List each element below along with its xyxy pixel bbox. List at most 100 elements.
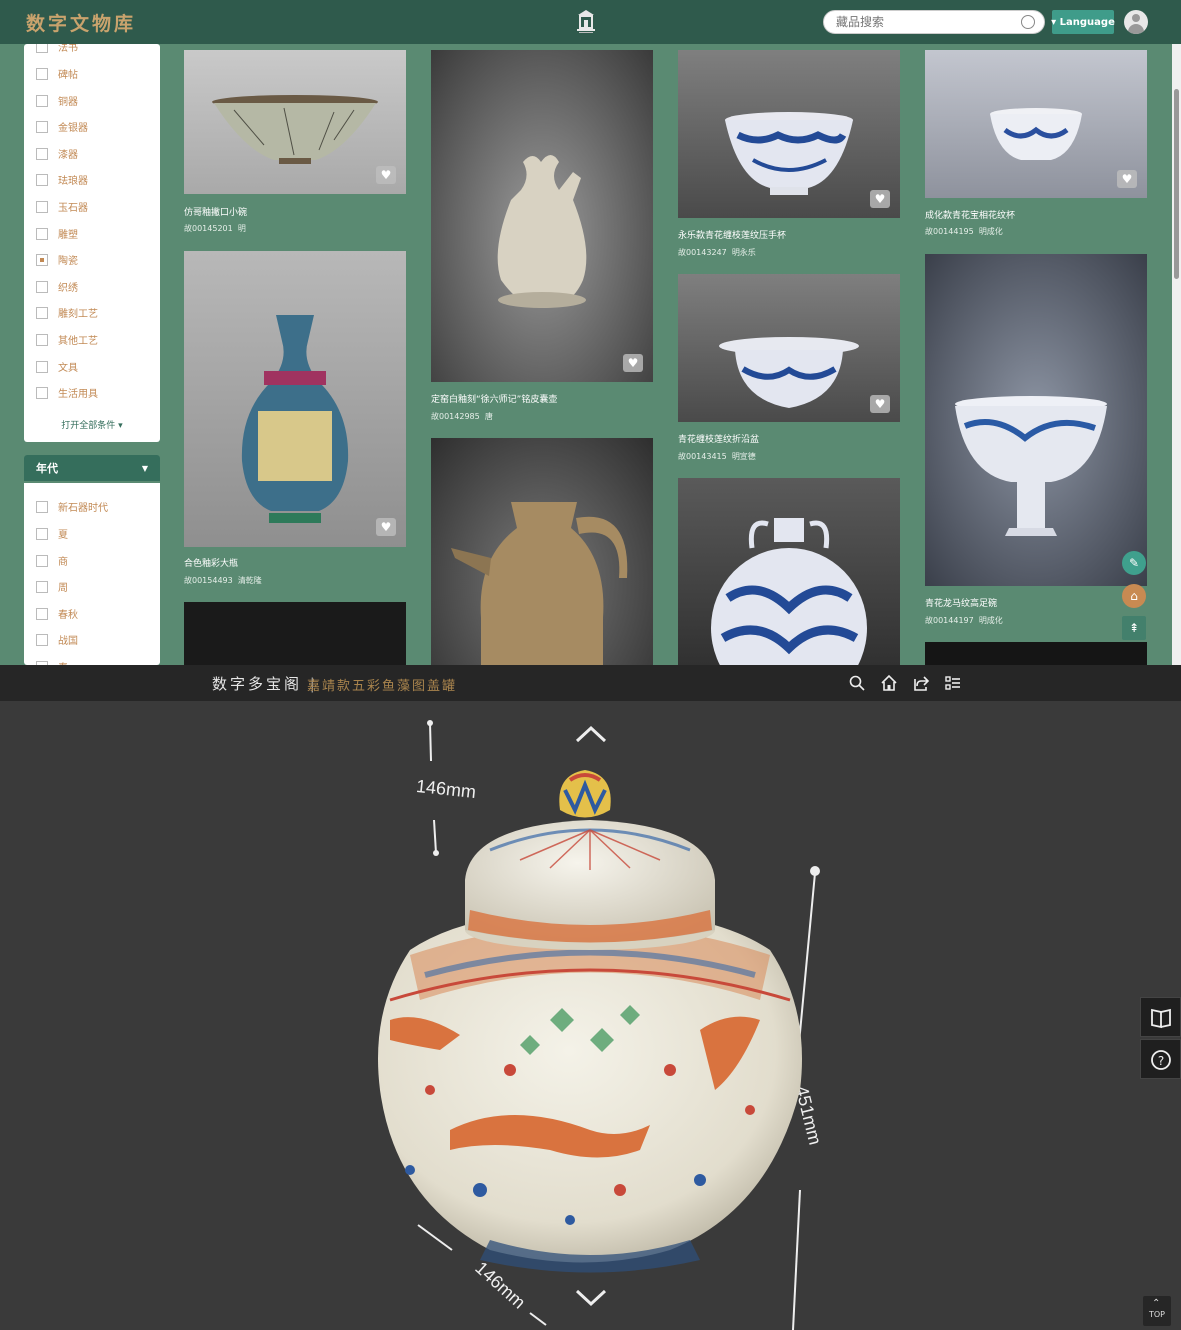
viewer-brand[interactable]: 数字多宝阁 | <box>212 673 318 694</box>
era-filter-title: 年代 <box>36 462 58 475</box>
artifact-image[interactable] <box>431 438 653 665</box>
checkbox[interactable] <box>36 200 48 213</box>
filter-label: 周 <box>58 583 68 594</box>
filter-label: 春秋 <box>58 610 78 621</box>
user-avatar[interactable] <box>1124 10 1148 34</box>
checkbox[interactable] <box>36 554 48 567</box>
filter-item[interactable]: 春秋 <box>36 606 78 621</box>
artifact-meta: 故00144197 明成化 <box>925 615 1003 626</box>
filter-item[interactable]: 织绣 <box>36 279 78 294</box>
scrollbar-thumb[interactable] <box>1174 89 1179 279</box>
filter-item[interactable]: 法书 <box>36 44 78 54</box>
back-to-top-icon[interactable]: ⇞ <box>1122 616 1146 640</box>
checkbox[interactable] <box>36 580 48 593</box>
artifact-image[interactable] <box>678 478 900 665</box>
search-icon[interactable] <box>848 674 866 692</box>
filter-item[interactable]: 珐琅器 <box>36 172 88 187</box>
artifact-image[interactable] <box>678 50 900 218</box>
filter-item[interactable]: 周 <box>36 579 68 594</box>
filter-label: 其他工艺 <box>58 336 98 347</box>
checkbox[interactable] <box>36 147 48 160</box>
favorite-heart-icon[interactable]: ♥ <box>623 354 643 372</box>
filter-item[interactable]: 生活用具 <box>36 385 98 400</box>
checkbox[interactable] <box>36 227 48 240</box>
filter-item[interactable]: 碑帖 <box>36 66 78 81</box>
artifact-title[interactable]: 仿哥釉撇口小碗 <box>184 205 247 218</box>
top-button[interactable]: ⌃ TOP <box>1143 1296 1171 1326</box>
filter-label: 碑帖 <box>58 70 78 81</box>
filter-item[interactable]: 陶瓷 <box>36 252 78 267</box>
checkbox[interactable] <box>36 280 48 293</box>
artifact-image[interactable] <box>925 642 1147 665</box>
artifact-title[interactable]: 永乐款青花缠枝莲纹压手杯 <box>678 228 786 241</box>
artifact-image[interactable] <box>431 50 653 382</box>
help-icon[interactable]: ? <box>1140 1039 1181 1079</box>
jar-3d-model[interactable] <box>370 770 810 1280</box>
museum-emblem-icon[interactable] <box>575 9 597 35</box>
filter-item[interactable]: 商 <box>36 553 68 568</box>
filter-item[interactable]: 新石器时代 <box>36 499 108 514</box>
search-icon[interactable] <box>1021 15 1035 29</box>
share-icon[interactable] <box>912 674 930 692</box>
list-icon[interactable] <box>944 674 962 692</box>
artifact-title[interactable]: 青花龙马纹高足碗 <box>925 596 997 609</box>
filter-item[interactable]: 雕塑 <box>36 226 78 241</box>
artifact-meta: 故00142985 唐 <box>431 411 493 422</box>
favorite-heart-icon[interactable]: ♥ <box>1117 170 1137 188</box>
artifact-image[interactable] <box>184 251 406 547</box>
museum-guide-icon[interactable]: ⌂ <box>1122 584 1146 608</box>
artifact-meta: 故00143247 明永乐 <box>678 247 756 258</box>
filter-item[interactable]: 战国 <box>36 632 78 647</box>
filter-item[interactable]: 其他工艺 <box>36 332 98 347</box>
artifact-title[interactable]: 合色釉彩大瓶 <box>184 556 238 569</box>
collection-browser: 数字文物库 ▾ Language 法书 碑帖 铜器 金银器 漆器 珐琅器 玉石器… <box>0 0 1181 665</box>
checkbox[interactable] <box>36 306 48 319</box>
filter-item[interactable]: 文具 <box>36 359 78 374</box>
artifact-title[interactable]: 青花缠枝莲纹折沿盆 <box>678 432 759 445</box>
checkbox[interactable] <box>36 527 48 540</box>
artifact-image[interactable] <box>184 602 406 665</box>
checkbox[interactable] <box>36 44 48 53</box>
edit-note-icon[interactable]: ✎ <box>1122 551 1146 575</box>
favorite-heart-icon[interactable]: ♥ <box>870 190 890 208</box>
checkbox[interactable] <box>36 120 48 133</box>
artifact-image[interactable] <box>184 50 406 194</box>
checkbox[interactable] <box>36 633 48 646</box>
book-icon[interactable] <box>1140 997 1181 1037</box>
checkbox[interactable] <box>36 607 48 620</box>
checkbox[interactable] <box>36 360 48 373</box>
filter-item[interactable]: 玉石器 <box>36 199 88 214</box>
filter-item[interactable]: 漆器 <box>36 146 78 161</box>
artifact-image[interactable] <box>925 254 1147 586</box>
cup-illustration <box>725 112 853 195</box>
page-scrollbar[interactable] <box>1172 44 1181 665</box>
checkbox[interactable] <box>36 67 48 80</box>
language-button[interactable]: ▾ Language <box>1051 10 1115 34</box>
filter-item[interactable]: 夏 <box>36 526 68 541</box>
artifact-image[interactable] <box>678 274 900 422</box>
site-logo[interactable]: 数字文物库 <box>26 9 136 36</box>
open-all-filters-link[interactable]: 打开全部条件 ▾ <box>24 418 160 431</box>
checkbox-checked[interactable] <box>36 253 48 266</box>
3d-viewer: 数字多宝阁 | 嘉靖款五彩鱼藻图盖罐 146mm 451mm 146mm ? ⌃… <box>0 665 1181 1330</box>
language-label: Language <box>1059 16 1115 28</box>
filter-item[interactable]: 铜器 <box>36 93 78 108</box>
era-filter-header[interactable]: 年代 ▼ <box>24 455 160 481</box>
checkbox[interactable] <box>36 94 48 107</box>
checkbox[interactable] <box>36 500 48 513</box>
checkbox[interactable] <box>36 173 48 186</box>
artifact-image[interactable] <box>925 50 1147 198</box>
checkbox[interactable] <box>36 333 48 346</box>
home-icon[interactable] <box>880 674 898 692</box>
favorite-heart-icon[interactable]: ♥ <box>376 166 396 184</box>
artifact-id: 故00143247 <box>678 248 727 257</box>
filter-item[interactable]: 金银器 <box>36 119 88 134</box>
artifact-id: 故00143415 <box>678 452 727 461</box>
artifact-title[interactable]: 定窑白釉刻“徐六师记”铭皮囊壶 <box>431 392 557 405</box>
favorite-heart-icon[interactable]: ♥ <box>870 395 890 413</box>
checkbox[interactable] <box>36 386 48 399</box>
filter-item[interactable]: 雕刻工艺 <box>36 305 98 320</box>
favorite-heart-icon[interactable]: ♥ <box>376 518 396 536</box>
artifact-title[interactable]: 成化款青花宝相花纹杯 <box>925 208 1015 221</box>
search-input[interactable] <box>823 10 1045 34</box>
